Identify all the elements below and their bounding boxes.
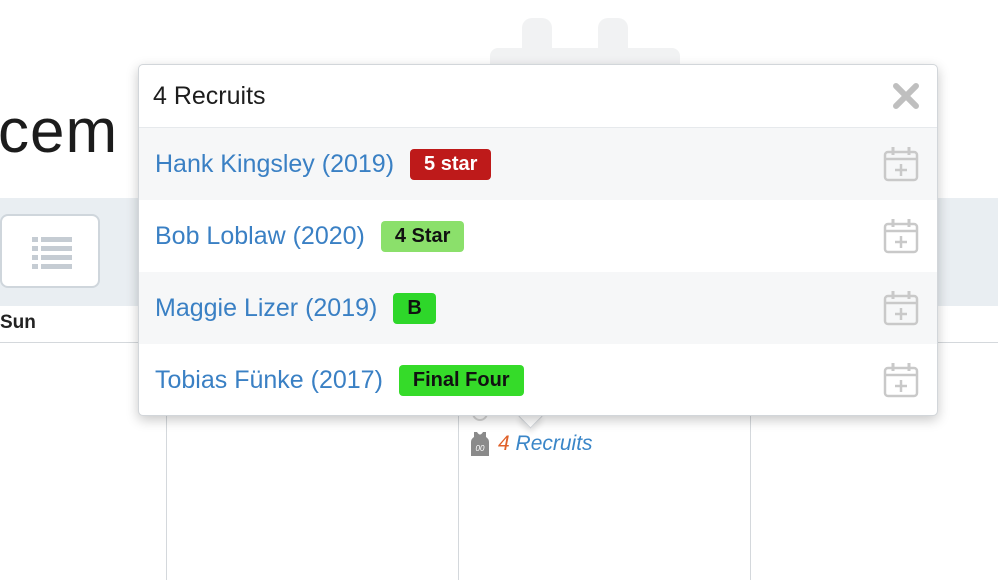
- popover-header: 4 Recruits: [139, 65, 937, 128]
- recruit-row: Hank Kingsley (2019) 5 star: [139, 128, 937, 200]
- jersey-icon: 00: [471, 432, 489, 456]
- recruit-name-link[interactable]: Bob Loblaw (2020): [155, 222, 365, 251]
- add-to-calendar-icon[interactable]: [883, 290, 919, 326]
- close-button[interactable]: [891, 81, 921, 111]
- close-icon: [893, 83, 919, 109]
- month-title: cem: [0, 97, 119, 166]
- svg-text:00: 00: [476, 444, 485, 453]
- recruits-popover: 4 Recruits Hank Kingsley (2019) 5 star B…: [138, 64, 938, 416]
- ranking-badge: Final Four: [398, 364, 524, 396]
- ranking-badge: B: [393, 292, 436, 324]
- list-icon: [32, 237, 72, 269]
- add-to-calendar-icon[interactable]: [883, 218, 919, 254]
- recruit-row: Maggie Lizer (2019) B: [139, 272, 937, 344]
- add-to-calendar-icon[interactable]: [883, 362, 919, 398]
- recruit-row: Bob Loblaw (2020) 4 Star: [139, 200, 937, 272]
- day-header-sun: Sun: [0, 312, 36, 333]
- recruit-row: Tobias Fünke (2017) Final Four: [139, 344, 937, 416]
- list-view-button[interactable]: [0, 214, 100, 288]
- ranking-badge: 5 star: [410, 148, 492, 180]
- popover-title: 4 Recruits: [153, 81, 266, 110]
- ranking-badge: 4 Star: [380, 220, 465, 252]
- add-to-calendar-icon[interactable]: [883, 146, 919, 182]
- recruits-link[interactable]: 00 4 Recruits: [470, 432, 593, 456]
- recruits-label: Recruits: [515, 432, 593, 455]
- recruit-name-link[interactable]: Hank Kingsley (2019): [155, 150, 394, 179]
- recruits-count: 4: [498, 432, 510, 455]
- recruit-name-link[interactable]: Maggie Lizer (2019): [155, 294, 377, 323]
- recruit-name-link[interactable]: Tobias Fünke (2017): [155, 366, 383, 395]
